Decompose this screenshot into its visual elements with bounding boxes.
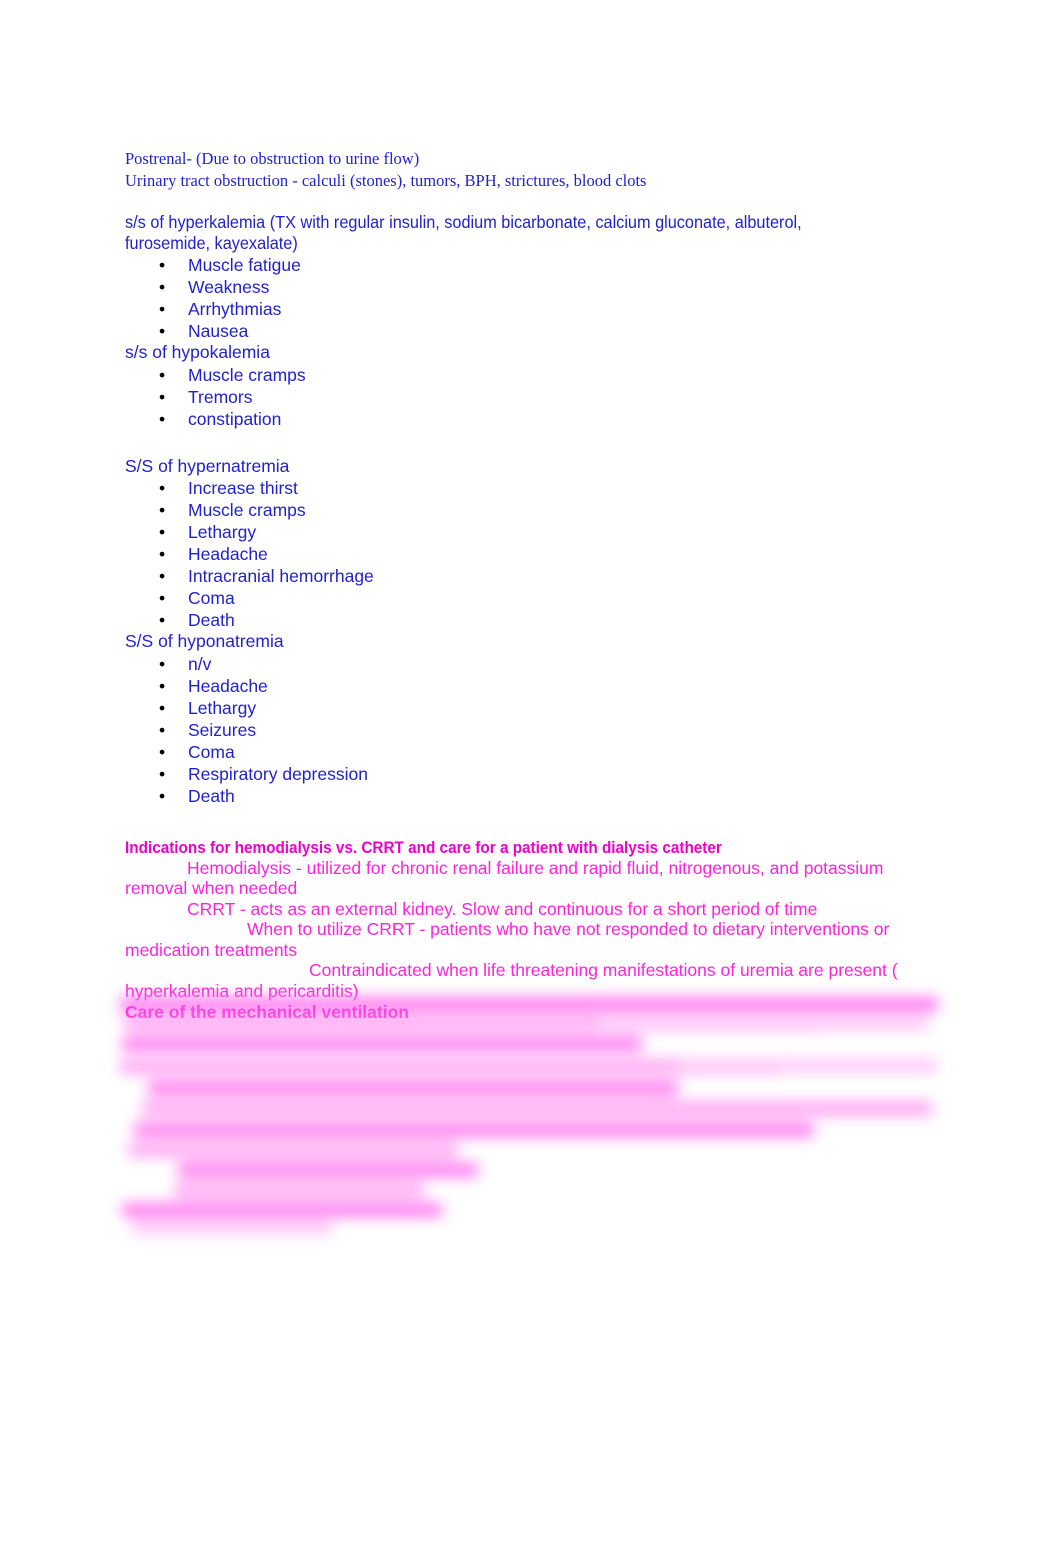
bullet-icon: • xyxy=(159,675,166,696)
list-item-label: Nausea xyxy=(188,321,249,341)
list-item-label: Death xyxy=(188,610,235,630)
list-item-label: Increase thirst xyxy=(188,478,298,498)
bullet-icon: • xyxy=(159,478,166,498)
bullet-icon: • xyxy=(159,408,166,429)
list-item-label: Tremors xyxy=(188,386,253,407)
list-item: • constipation xyxy=(125,408,955,430)
list-item-label: Seizures xyxy=(188,719,257,740)
hyperkalemia-heading: s/s of hyperkalemia (TX with regular ins… xyxy=(125,212,802,253)
hypokalemia-bullet-list: • Muscle cramps • Tremors • constipation xyxy=(125,364,955,430)
bullet-icon: • xyxy=(159,566,166,586)
hypernatremia-heading: S/S of hypernatremia xyxy=(125,455,290,476)
bullet-icon: • xyxy=(159,719,166,740)
list-item: • Headache xyxy=(125,675,955,697)
hyponatremia-heading: S/S of hyponatremia xyxy=(125,631,284,651)
dialysis-heading: Indications for hemodialysis vs. CRRT an… xyxy=(125,837,722,857)
list-item: • Coma xyxy=(125,741,955,763)
bullet-icon: • xyxy=(159,763,166,784)
bullet-icon: • xyxy=(159,321,166,341)
hypokalemia-heading: s/s of hypokalemia xyxy=(125,342,270,362)
list-item-label: n/v xyxy=(188,653,212,674)
list-item: • Lethargy xyxy=(125,697,955,719)
list-item: • Respiratory depression xyxy=(125,763,955,785)
list-item: • n/v xyxy=(125,653,955,675)
postrenal-line-1: Postrenal- (Due to obstruction to urine … xyxy=(125,149,420,168)
bullet-icon: • xyxy=(159,588,166,608)
list-item: • Nausea xyxy=(125,320,955,342)
postrenal-line-2: Urinary tract obstruction - calculi (sto… xyxy=(125,171,647,190)
dialysis-paragraph-hemodialysis: Hemodialysis - utilized for chronic rena… xyxy=(125,857,884,899)
hyperkalemia-bullet-list: • Muscle fatigue • Weakness • Arrhythmia… xyxy=(125,254,955,342)
list-item-label: Headache xyxy=(188,675,268,696)
bullet-icon: • xyxy=(159,386,166,407)
dialysis-paragraph-contraindicated: Contraindicated when life threatening ma… xyxy=(125,960,898,1001)
hypernatremia-bullet-list: • Increase thirst • Muscle cramps • Leth… xyxy=(125,477,955,631)
bullet-icon: • xyxy=(159,697,166,718)
list-item-label: Coma xyxy=(188,741,235,762)
list-item: • Seizures xyxy=(125,719,955,741)
ventilation-heading: Care of the mechanical ventilation xyxy=(125,1002,409,1022)
bullet-icon: • xyxy=(159,741,166,762)
list-item: • Increase thirst xyxy=(125,477,955,499)
bullet-icon: • xyxy=(159,610,166,630)
list-item-label: Muscle cramps xyxy=(188,500,306,520)
list-item-label: Death xyxy=(188,785,235,806)
list-item: • Death xyxy=(125,785,955,807)
bullet-icon: • xyxy=(159,544,166,564)
list-item: • Lethargy xyxy=(125,521,955,543)
dialysis-paragraph-crrt: CRRT - acts as an external kidney. Slow … xyxy=(187,898,818,919)
bullet-icon: • xyxy=(159,500,166,520)
list-item-label: constipation xyxy=(188,408,282,429)
list-item-label: Respiratory depression xyxy=(188,763,368,784)
list-item-label: Lethargy xyxy=(188,522,257,542)
document-content: Postrenal- (Due to obstruction to urine … xyxy=(125,148,955,1023)
list-item-label: Muscle cramps xyxy=(188,364,306,385)
list-item: • Muscle cramps xyxy=(125,499,955,521)
bullet-icon: • xyxy=(159,785,166,806)
bullet-icon: • xyxy=(159,299,166,319)
list-item-label: Headache xyxy=(188,544,268,564)
list-item: • Muscle cramps xyxy=(125,364,955,386)
list-item: • Muscle fatigue xyxy=(125,254,955,276)
list-item: • Arrhythmias xyxy=(125,298,955,320)
bullet-icon: • xyxy=(159,364,166,385)
list-item-label: Muscle fatigue xyxy=(188,255,301,275)
list-item-label: Intracranial hemorrhage xyxy=(188,566,374,586)
list-item: • Tremors xyxy=(125,386,955,408)
bullet-icon: • xyxy=(159,255,166,275)
list-item-label: Lethargy xyxy=(188,697,257,718)
bullet-icon: • xyxy=(159,522,166,542)
list-item: • Headache xyxy=(125,543,955,565)
list-item-label: Arrhythmias xyxy=(188,299,282,319)
hyponatremia-bullet-list: • n/v • Headache • Lethargy • Seizures •… xyxy=(125,653,955,807)
list-item: • Coma xyxy=(125,587,955,609)
list-item-label: Coma xyxy=(188,588,235,608)
document-page: Postrenal- (Due to obstruction to urine … xyxy=(0,0,1062,1556)
redacted-text-block xyxy=(118,993,948,1243)
dialysis-paragraph-when-to-use: When to utilize CRRT - patients who have… xyxy=(125,919,890,960)
list-item: • Weakness xyxy=(125,276,955,298)
list-item: • Intracranial hemorrhage xyxy=(125,565,955,587)
list-item: • Death xyxy=(125,609,955,631)
bullet-icon: • xyxy=(159,277,166,297)
list-item-label: Weakness xyxy=(188,277,270,297)
bullet-icon: • xyxy=(159,653,166,674)
